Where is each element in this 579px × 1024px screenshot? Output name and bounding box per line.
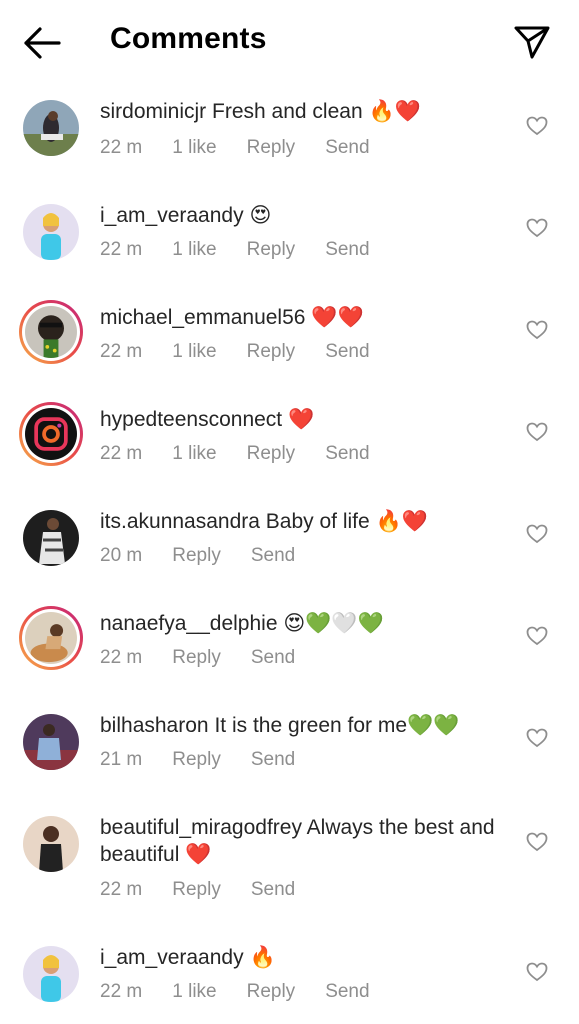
- comment-timestamp: 20 m: [100, 545, 143, 566]
- reply-button[interactable]: Reply: [172, 545, 221, 567]
- comment-username[interactable]: i_am_veraandy: [100, 946, 244, 969]
- comment-username[interactable]: sirdominicjr: [100, 100, 206, 123]
- heart-outline-icon[interactable]: [526, 320, 548, 340]
- comment-emoji: 😍: [249, 203, 272, 227]
- send-button[interactable]: Send: [325, 239, 369, 261]
- likes-count[interactable]: 1 like: [172, 341, 216, 363]
- comment-username[interactable]: michael_emmanuel56: [100, 306, 305, 329]
- comment-username[interactable]: bilhasharon: [100, 714, 209, 737]
- comment-text: Baby of life: [265, 510, 370, 533]
- reply-button[interactable]: Reply: [247, 981, 296, 1003]
- comment-text: It is the green for me: [214, 714, 408, 737]
- comment-username[interactable]: nanaefya__delphie: [100, 612, 278, 635]
- avatar[interactable]: [23, 510, 79, 566]
- heart-outline-icon[interactable]: [526, 832, 548, 852]
- heart-outline-icon[interactable]: [526, 218, 548, 238]
- comment-timestamp: 21 m: [100, 749, 143, 770]
- reply-button[interactable]: Reply: [247, 239, 296, 261]
- send-button[interactable]: Send: [251, 879, 295, 901]
- reply-button[interactable]: Reply: [247, 341, 296, 363]
- heart-outline-icon[interactable]: [526, 116, 548, 136]
- comment-username[interactable]: i_am_veraandy: [100, 204, 244, 227]
- send-button[interactable]: Send: [325, 981, 369, 1003]
- reply-button[interactable]: Reply: [247, 443, 296, 465]
- comment-emoji: 💚💚: [407, 713, 460, 737]
- comment-username[interactable]: beautiful_miragodfrey: [100, 816, 302, 839]
- comment-timestamp: 22 m: [100, 879, 143, 900]
- send-button[interactable]: Send: [325, 137, 369, 159]
- comment-timestamp: 22 m: [100, 239, 143, 260]
- comment-emoji: 🔥❤️: [375, 509, 428, 533]
- comment-timestamp: 22 m: [100, 443, 143, 464]
- comment-emoji: 🔥: [249, 945, 276, 969]
- send-button[interactable]: Send: [251, 647, 295, 669]
- comment-emoji: 🔥❤️: [368, 99, 421, 123]
- avatar[interactable]: [19, 402, 83, 466]
- avatar[interactable]: [23, 100, 79, 156]
- avatar[interactable]: [23, 946, 79, 1002]
- back-arrow-icon[interactable]: [22, 26, 62, 60]
- comment-emoji: ❤️: [185, 842, 212, 866]
- heart-outline-icon[interactable]: [526, 728, 548, 748]
- comment-timestamp: 22 m: [100, 341, 143, 362]
- reply-button[interactable]: Reply: [247, 137, 296, 159]
- heart-outline-icon[interactable]: [526, 626, 548, 646]
- comment-text: Fresh and clean: [212, 100, 363, 123]
- header: Comments: [0, 0, 579, 88]
- avatar[interactable]: [19, 606, 83, 670]
- likes-count[interactable]: 1 like: [172, 981, 216, 1003]
- heart-outline-icon[interactable]: [526, 422, 548, 442]
- reply-button[interactable]: Reply: [172, 749, 221, 771]
- send-button[interactable]: Send: [251, 545, 295, 567]
- comment-username[interactable]: its.akunnasandra: [100, 510, 260, 533]
- reply-button[interactable]: Reply: [172, 647, 221, 669]
- heart-outline-icon[interactable]: [526, 962, 548, 982]
- comment-username[interactable]: hypedteensconnect: [100, 408, 282, 431]
- heart-outline-icon[interactable]: [526, 524, 548, 544]
- avatar[interactable]: [19, 300, 83, 364]
- likes-count[interactable]: 1 like: [172, 443, 216, 465]
- comment-emoji: ❤️❤️: [311, 305, 364, 329]
- avatar[interactable]: [23, 714, 79, 770]
- paper-plane-icon[interactable]: [512, 24, 552, 60]
- likes-count[interactable]: 1 like: [172, 239, 216, 261]
- send-button[interactable]: Send: [251, 749, 295, 771]
- send-button[interactable]: Send: [325, 341, 369, 363]
- page-title: Comments: [110, 22, 267, 55]
- send-button[interactable]: Send: [325, 443, 369, 465]
- comment-timestamp: 22 m: [100, 137, 143, 158]
- avatar[interactable]: [23, 204, 79, 260]
- comment-timestamp: 22 m: [100, 981, 143, 1002]
- reply-button[interactable]: Reply: [172, 879, 221, 901]
- comment-emoji: 😍💚🤍💚: [283, 611, 384, 635]
- avatar[interactable]: [23, 816, 79, 872]
- comment-timestamp: 22 m: [100, 647, 143, 668]
- likes-count[interactable]: 1 like: [172, 137, 216, 159]
- comment-emoji: ❤️: [287, 407, 315, 431]
